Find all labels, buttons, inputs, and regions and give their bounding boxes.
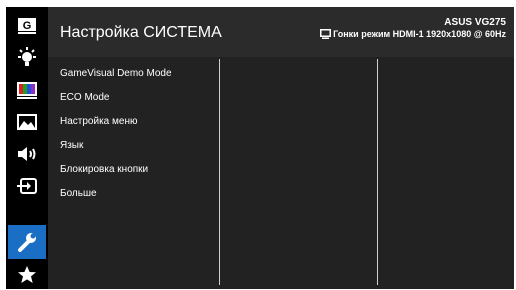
sidebar-item-gameplus[interactable]: G <box>8 11 46 41</box>
header-bar: Настройка СИСТЕМА ASUS VG275 Гонки режим… <box>48 7 514 57</box>
color-icon <box>17 82 37 99</box>
page-title: Настройка СИСТЕМА <box>60 24 222 41</box>
favorite-star-icon <box>18 266 36 283</box>
sidebar-item-image[interactable] <box>8 107 46 137</box>
status-line: Гонки режим HDMI-1 1920x1080 @ 60Hz <box>320 29 506 39</box>
model-name: ASUS VG275 <box>444 17 506 28</box>
menu-item-language[interactable]: Язык <box>60 138 172 162</box>
gameplus-icon: G <box>18 18 36 34</box>
input-select-icon <box>17 178 37 194</box>
status-text: Гонки режим HDMI-1 1920x1080 @ 60Hz <box>333 29 506 39</box>
main-panel: Настройка СИСТЕМА ASUS VG275 Гонки режим… <box>48 7 514 289</box>
sound-icon <box>18 147 36 161</box>
sidebar-item-color[interactable] <box>8 75 46 105</box>
sidebar-item-system-setup[interactable] <box>8 225 46 259</box>
menu-item-more[interactable]: Больше <box>60 186 172 210</box>
column-divider <box>377 59 378 285</box>
image-icon <box>17 114 37 130</box>
menu-list: GameVisual Demo Mode ECO Mode Настройка … <box>60 66 172 210</box>
system-setup-wrench-icon <box>18 233 36 252</box>
osd-menu: G Настройка СИСТЕМА ASUS VG275 Гонки реж… <box>6 7 514 289</box>
menu-item-key-lock[interactable]: Блокировка кнопки <box>60 162 172 186</box>
menu-item-eco-mode[interactable]: ECO Mode <box>60 90 172 114</box>
gameplus-letter: G <box>23 20 32 32</box>
menu-item-menu-setup[interactable]: Настройка меню <box>60 114 172 138</box>
sidebar-item-brightness[interactable] <box>8 43 46 73</box>
menu-item-gamevisual-demo[interactable]: GameVisual Demo Mode <box>60 66 172 90</box>
brightness-icon <box>18 47 36 66</box>
monitor-icon <box>320 29 332 39</box>
sidebar: G <box>6 7 48 289</box>
sidebar-item-sound[interactable] <box>8 139 46 169</box>
sidebar-item-favorite[interactable] <box>8 260 46 290</box>
sidebar-item-input[interactable] <box>8 171 46 201</box>
column-divider <box>219 59 220 285</box>
